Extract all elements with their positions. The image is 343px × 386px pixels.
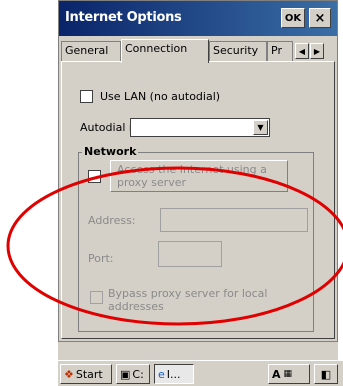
tab-connection[interactable]: Connection	[121, 39, 209, 63]
red-highlight-ellipse	[6, 166, 343, 326]
